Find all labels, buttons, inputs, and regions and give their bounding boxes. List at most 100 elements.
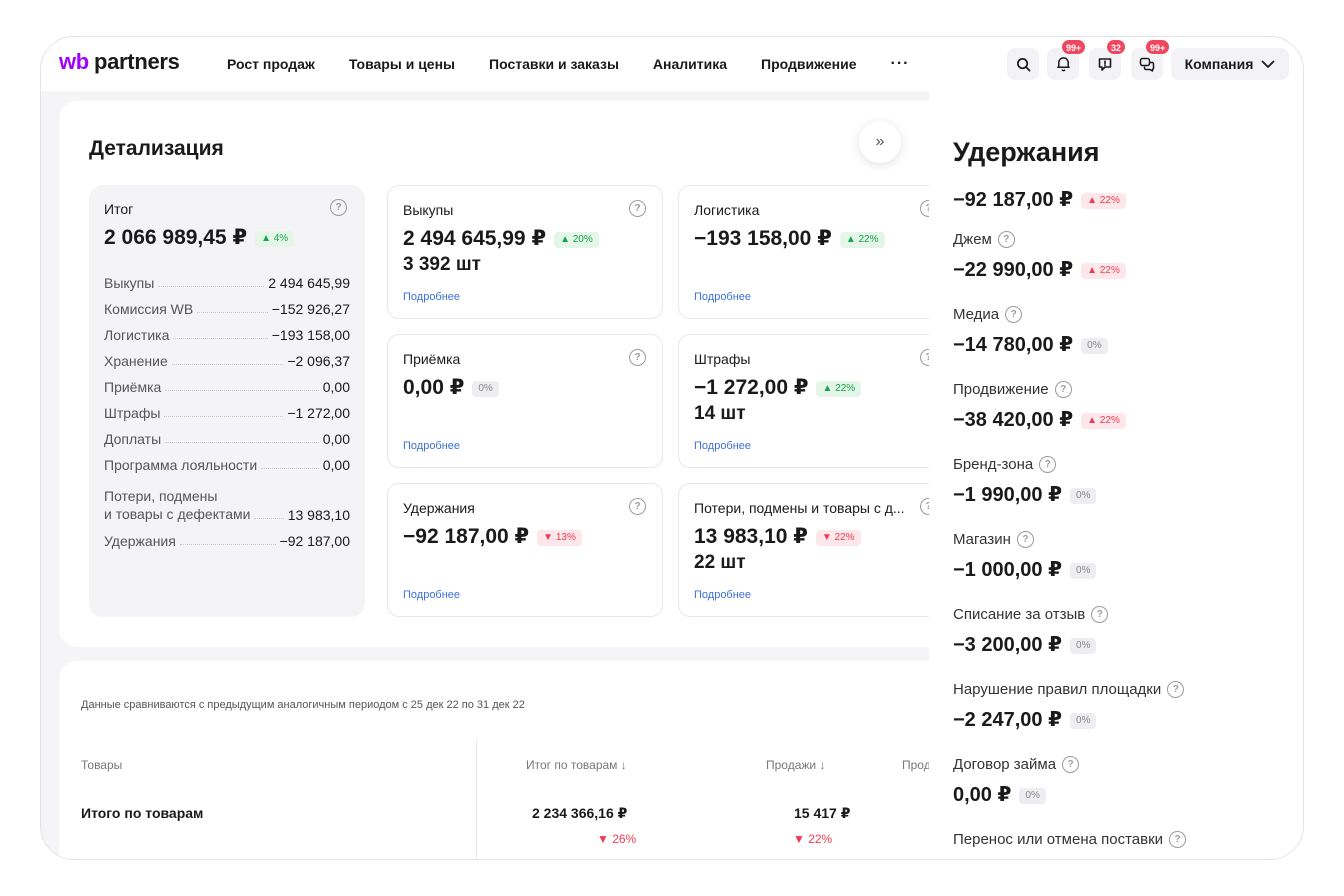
sales-row-value: 15 417 ₽ [794, 805, 851, 821]
item-value: −3 200,00 ₽ [953, 634, 1063, 656]
change-badge: ▲ 22% [839, 232, 885, 248]
nav-item-analytics[interactable]: Аналитика [653, 56, 727, 72]
comparison-note: Данные сравниваются с предыдущим аналоги… [81, 699, 525, 711]
help-icon[interactable]: ? [1169, 831, 1187, 848]
header-total-by-products[interactable]: Итог по товарам ↓ [526, 758, 627, 772]
list-item: Продвижение? −38 420,00 ₽ ▲ 22% [953, 381, 1293, 456]
row-label: Комиссия WB [104, 301, 194, 317]
summary-label: Итог [104, 201, 134, 217]
top-navigation-bar: wb partners Рост продаж Товары и цены По… [41, 37, 1303, 91]
header-truncated[interactable]: Прод [902, 758, 931, 772]
change-badge: 0% [1019, 788, 1046, 804]
deductions-list: Джем? −22 990,00 ₽ ▲ 22% Медиа? −14 780,0… [953, 231, 1293, 859]
column-divider [476, 739, 477, 859]
summary-row: Доплаты 0,00 [104, 421, 350, 447]
metric-card-deductions: Удержания ? −92 187,00 ₽ ▼ 13% Подробнее [387, 483, 663, 617]
list-item: Перенос или отмена поставки? [953, 831, 1293, 859]
deductions-panel: Удержания −92 187,00 ₽ ▲ 22% Джем? −22 99… [929, 91, 1303, 859]
change-badge: 0% [1081, 338, 1108, 354]
help-icon[interactable]: ? [997, 231, 1015, 248]
row-value: 0,00 [322, 431, 350, 447]
summary-total: 2 066 989,45 ₽ ▲ 4% [104, 225, 295, 250]
nav-more-button[interactable]: ··· [891, 55, 910, 73]
more-link[interactable]: Подробнее [694, 589, 751, 601]
list-item: Нарушение правил площадки? −2 247,00 ₽ 0% [953, 681, 1293, 756]
more-link[interactable]: Подробнее [694, 440, 751, 452]
nav-item-supplies-orders[interactable]: Поставки и заказы [489, 56, 619, 72]
item-value: −14 780,00 ₽ [953, 334, 1074, 356]
metric-card-fines: Штрафы ? −1 272,00 ₽▲ 22% 14 шт Подробне… [678, 334, 954, 468]
help-icon[interactable]: ? [629, 498, 646, 515]
item-label: Продвижение [953, 381, 1049, 398]
header-products[interactable]: Товары [81, 758, 122, 772]
nav-item-promotion[interactable]: Продвижение [761, 56, 856, 72]
summary-change-badge: ▲ 4% [255, 231, 295, 247]
help-icon[interactable]: ? [1005, 306, 1023, 323]
double-chevron-right-icon: » [875, 133, 885, 150]
change-badge: ▼ 22% [815, 530, 861, 546]
wb-partners-logo[interactable]: wb partners [59, 49, 180, 75]
summary-row: Выкупы 2 494 645,99 [104, 265, 350, 291]
help-icon[interactable]: ? [1016, 531, 1034, 548]
company-selector[interactable]: Компания [1171, 48, 1289, 80]
summary-row: Хранение −2 096,37 [104, 343, 350, 369]
notifications-badge: 99+ [1061, 39, 1087, 55]
summary-rows: Выкупы 2 494 645,99 Комиссия WB −152 926,2… [104, 265, 350, 549]
logo-partners: partners [93, 49, 180, 74]
help-icon[interactable]: ? [629, 200, 646, 217]
chat-button[interactable]: 99+ [1131, 39, 1171, 80]
notifications-button[interactable]: 99+ [1047, 39, 1087, 80]
chevron-down-icon [1261, 60, 1275, 68]
bell-icon [1056, 57, 1070, 72]
more-link[interactable]: Подробнее [403, 589, 460, 601]
help-icon[interactable]: ? [1054, 381, 1072, 398]
item-label: Медиа [953, 306, 1000, 323]
item-value: −2 247,00 ₽ [953, 709, 1063, 731]
collapse-panel-button[interactable]: » [859, 121, 901, 163]
change-badge: ▲ 20% [554, 232, 599, 248]
messages-badge: 32 [1106, 39, 1127, 55]
help-icon[interactable]: ? [1167, 681, 1185, 698]
row-value: −193 158,00 [271, 327, 350, 343]
item-label: Джем [953, 231, 992, 248]
change-badge: 0% [472, 381, 499, 397]
change-badge: 0% [1070, 488, 1097, 504]
search-button[interactable] [1007, 48, 1039, 80]
help-icon[interactable]: ? [629, 349, 646, 366]
summary-card: Итог ? 2 066 989,45 ₽ ▲ 4% Выкупы 2 494 64… [89, 185, 365, 617]
list-item: Магазин? −1 000,00 ₽ 0% [953, 531, 1293, 606]
detail-title: Детализация [89, 137, 224, 160]
nav-item-products-prices[interactable]: Товары и цены [349, 56, 455, 72]
metric-card-logistics: Логистика ? −193 158,00 ₽▲ 22% Подробнее [678, 185, 954, 319]
item-label: Перенос или отмена поставки [953, 831, 1164, 848]
total-row-change: ▼ 26% [597, 832, 637, 846]
item-value: −22 990,00 ₽ [953, 259, 1074, 281]
row-value: 2 494 645,99 [268, 275, 350, 291]
more-link[interactable]: Подробнее [403, 291, 460, 303]
help-icon[interactable]: ? [1091, 606, 1109, 623]
panel-title: Удержания [953, 137, 1100, 167]
help-icon[interactable]: ? [1039, 456, 1057, 473]
change-badge: ▼ 13% [537, 530, 582, 546]
item-label: Магазин [953, 531, 1011, 548]
chat-bubbles-icon [1139, 57, 1155, 72]
summary-row: Потери, подмены и товары с дефектами 13 98… [104, 473, 350, 523]
row-value: 0,00 [322, 457, 350, 473]
messages-button[interactable]: 32 [1089, 39, 1127, 80]
more-link[interactable]: Подробнее [694, 291, 751, 303]
help-icon[interactable]: ? [330, 199, 347, 216]
header-sales[interactable]: Продажи ↓ [766, 758, 825, 772]
item-value: −1 990,00 ₽ [953, 484, 1063, 506]
item-label: Нарушение правил площадки [953, 681, 1162, 698]
more-link[interactable]: Подробнее [403, 440, 460, 452]
change-badge: 0% [1070, 563, 1097, 579]
metric-label: Логистика [694, 202, 760, 218]
main-nav: Рост продаж Товары и цены Поставки и зак… [227, 37, 909, 91]
nav-item-sales-growth[interactable]: Рост продаж [227, 56, 315, 72]
metric-quantity: 22 шт [694, 552, 746, 573]
help-icon[interactable]: ? [1062, 756, 1080, 773]
change-badge: ▲ 22% [1081, 413, 1126, 429]
row-label: Выкупы [104, 275, 155, 291]
sales-row-change: ▼ 22% [793, 832, 833, 846]
summary-row: Штрафы −1 272,00 [104, 395, 350, 421]
